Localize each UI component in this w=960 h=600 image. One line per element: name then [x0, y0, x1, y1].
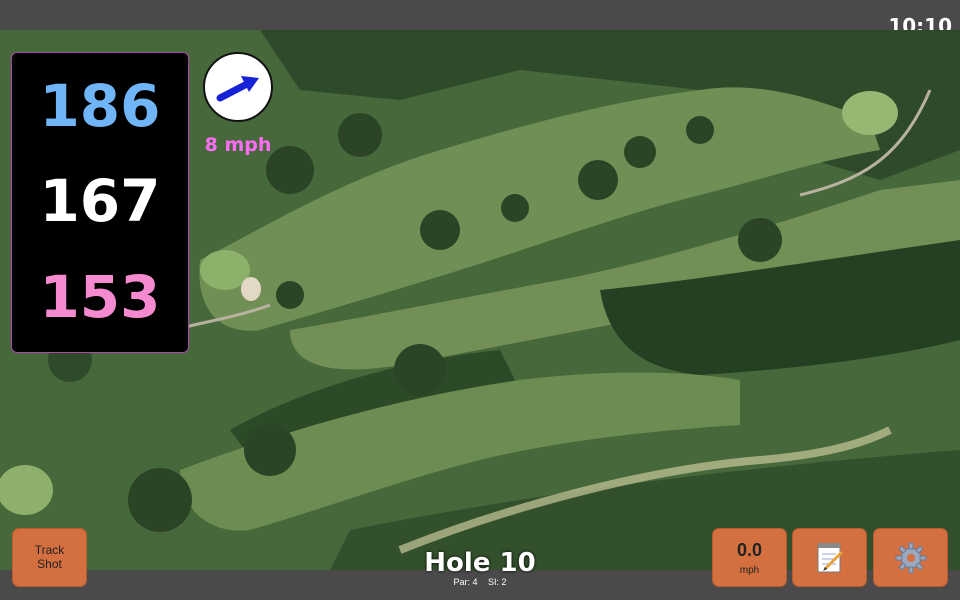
speed-button[interactable]: 0.0 mph [712, 528, 787, 587]
wind-speed: 8 mph [204, 134, 272, 156]
gear-icon [895, 542, 926, 573]
track-shot-button[interactable]: Track Shot [12, 528, 87, 587]
par-label: Par: 4 [453, 577, 478, 587]
hole-info: Par: 4 SI: 2 [380, 577, 580, 587]
si-label: SI: 2 [488, 577, 507, 587]
distance-middle: 167 [39, 167, 161, 235]
wind-indicator [203, 52, 273, 122]
track-shot-label-line1: Track [34, 542, 65, 557]
speed-value: 0.0 [736, 539, 763, 560]
arrow-icon [216, 76, 259, 102]
distance-front: 153 [39, 263, 161, 331]
yardage-panel: 186 167 153 [11, 52, 189, 353]
settings-button[interactable] [873, 528, 948, 587]
notepad-icon [817, 542, 843, 572]
speed-unit: mph [739, 564, 760, 576]
hole-title: Hole 10 [424, 548, 536, 578]
notes-button[interactable] [792, 528, 867, 587]
track-shot-label-line2: Shot [37, 556, 62, 571]
distance-back: 186 [39, 72, 161, 140]
course-map[interactable]: 186 167 153 8 mph [0, 30, 960, 570]
top-bar: 10:10 [0, 0, 960, 38]
